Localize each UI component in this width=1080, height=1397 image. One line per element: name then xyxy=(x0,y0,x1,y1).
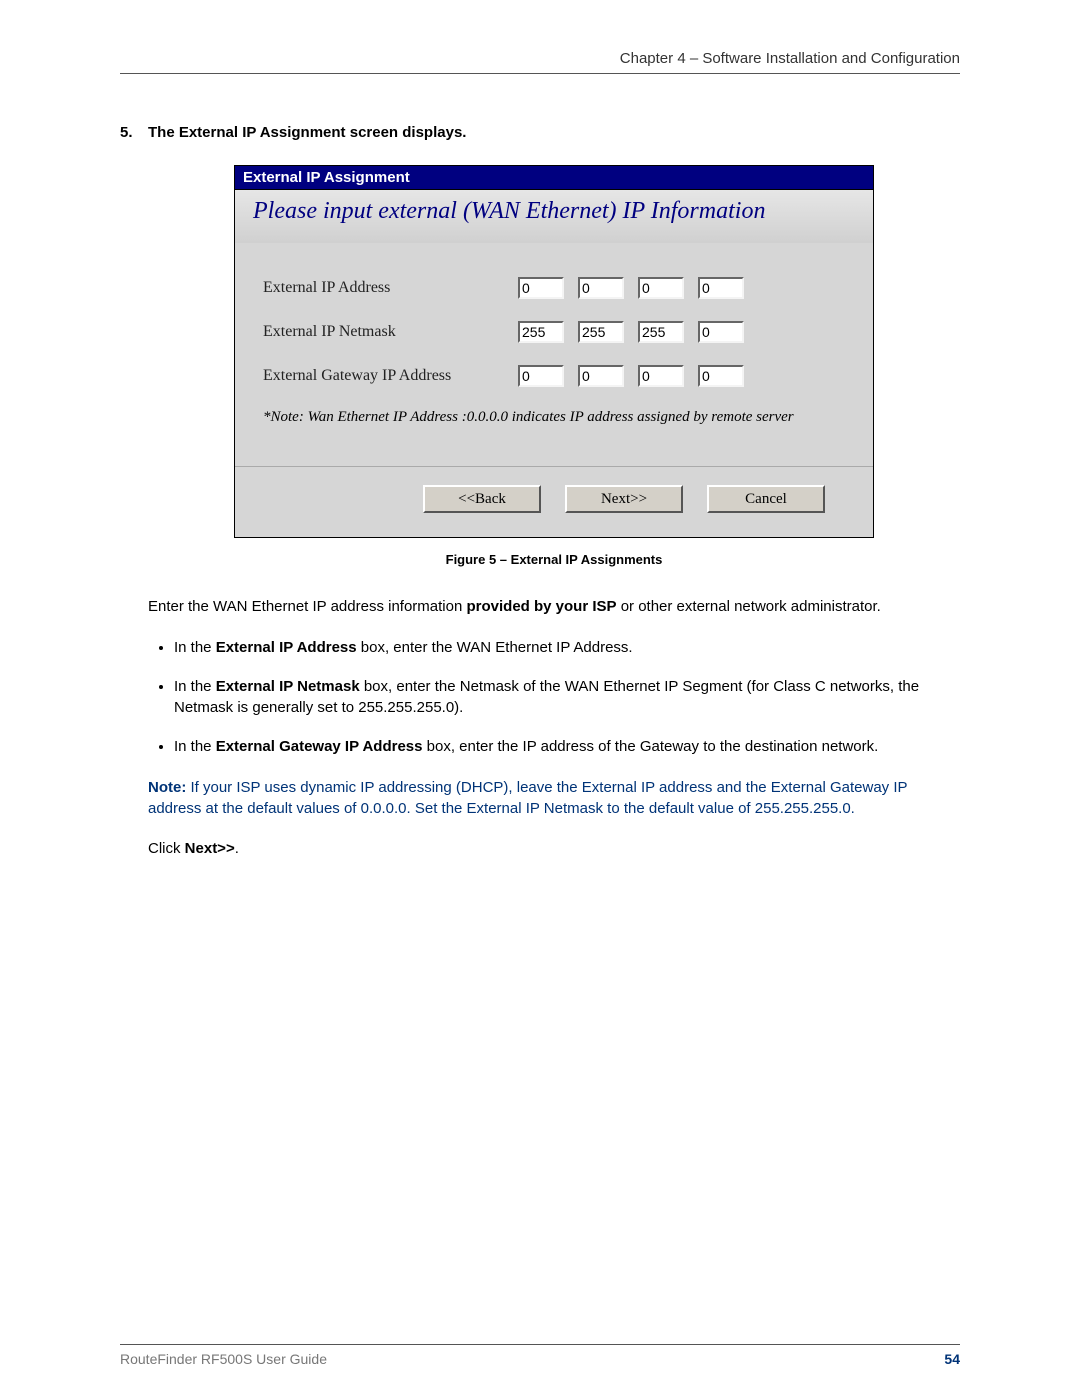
ext-gw-octet-1[interactable] xyxy=(518,365,564,387)
ext-netmask-octet-3[interactable] xyxy=(638,321,684,343)
header-rule xyxy=(120,73,960,74)
intro-post: or other external network administrator. xyxy=(617,598,881,615)
footer-title: RouteFinder RF500S User Guide xyxy=(120,1351,327,1367)
dialog-titlebar: External IP Assignment xyxy=(235,166,873,190)
ext-gw-octet-2[interactable] xyxy=(578,365,624,387)
b1-pre: In the xyxy=(174,639,216,656)
note-label: Note: xyxy=(148,779,186,796)
bullet-2: In the External IP Netmask box, enter th… xyxy=(174,676,960,718)
click-bold: Next>> xyxy=(185,840,235,857)
b3-pre: In the xyxy=(174,738,216,755)
bullet-3: In the External Gateway IP Address box, … xyxy=(174,736,960,757)
ext-gw-octet-4[interactable] xyxy=(698,365,744,387)
fields-external-gateway xyxy=(518,365,744,387)
ext-ip-octet-4[interactable] xyxy=(698,277,744,299)
cancel-button[interactable]: Cancel xyxy=(707,485,825,513)
note-text: If your ISP uses dynamic IP addressing (… xyxy=(148,779,907,817)
b2-pre: In the xyxy=(174,678,216,695)
footer-row: RouteFinder RF500S User Guide 54 xyxy=(120,1351,960,1367)
b1-bold: External IP Address xyxy=(216,639,357,656)
step-row: 5. The External IP Assignment screen dis… xyxy=(120,124,960,141)
external-ip-dialog: External IP Assignment Please input exte… xyxy=(234,165,874,538)
page: Chapter 4 – Software Installation and Co… xyxy=(0,0,1080,1397)
fields-external-ip-netmask xyxy=(518,321,744,343)
b2-bold: External IP Netmask xyxy=(216,678,360,695)
ext-gw-octet-3[interactable] xyxy=(638,365,684,387)
bullet-1: In the External IP Address box, enter th… xyxy=(174,637,960,658)
dialog-body: External IP Address External IP Netmask xyxy=(235,243,873,537)
step-number: 5. xyxy=(120,124,148,141)
dialog-banner: Please input external (WAN Ethernet) IP … xyxy=(235,190,873,243)
intro-pre: Enter the WAN Ethernet IP address inform… xyxy=(148,598,467,615)
dialog-banner-text: Please input external (WAN Ethernet) IP … xyxy=(253,198,855,225)
step-content: External IP Assignment Please input exte… xyxy=(148,165,960,860)
click-next-paragraph: Click Next>>. xyxy=(148,839,960,859)
chapter-header: Chapter 4 – Software Installation and Co… xyxy=(120,50,960,67)
page-footer: RouteFinder RF500S User Guide 54 xyxy=(120,1344,960,1367)
b1-post: box, enter the WAN Ethernet IP Address. xyxy=(357,639,633,656)
footer-page-number: 54 xyxy=(944,1351,960,1367)
label-external-ip-netmask: External IP Netmask xyxy=(263,323,518,341)
ext-netmask-octet-2[interactable] xyxy=(578,321,624,343)
row-external-gateway: External Gateway IP Address xyxy=(263,365,845,387)
ext-ip-octet-3[interactable] xyxy=(638,277,684,299)
fields-external-ip-address xyxy=(518,277,744,299)
next-button[interactable]: Next>> xyxy=(565,485,683,513)
dialog-divider xyxy=(235,466,873,467)
dialog-button-row: <<Back Next>> Cancel xyxy=(263,481,845,527)
bullet-list: In the External IP Address box, enter th… xyxy=(174,637,960,757)
ext-ip-octet-2[interactable] xyxy=(578,277,624,299)
click-post: . xyxy=(235,840,239,857)
row-external-ip-address: External IP Address xyxy=(263,277,845,299)
label-external-ip-address: External IP Address xyxy=(263,279,518,297)
label-external-gateway: External Gateway IP Address xyxy=(263,367,518,385)
step-title: The External IP Assignment screen displa… xyxy=(148,124,466,141)
intro-bold: provided by your ISP xyxy=(467,598,617,615)
b3-post: box, enter the IP address of the Gateway… xyxy=(422,738,878,755)
click-pre: Click xyxy=(148,840,185,857)
figure-caption: Figure 5 – External IP Assignments xyxy=(148,552,960,567)
ext-netmask-octet-4[interactable] xyxy=(698,321,744,343)
dialog-note: *Note: Wan Ethernet IP Address :0.0.0.0 … xyxy=(263,409,845,426)
intro-paragraph: Enter the WAN Ethernet IP address inform… xyxy=(148,597,960,617)
note-paragraph: Note: If your ISP uses dynamic IP addres… xyxy=(148,777,960,819)
b3-bold: External Gateway IP Address xyxy=(216,738,423,755)
footer-rule xyxy=(120,1344,960,1345)
ext-netmask-octet-1[interactable] xyxy=(518,321,564,343)
row-external-ip-netmask: External IP Netmask xyxy=(263,321,845,343)
back-button[interactable]: <<Back xyxy=(423,485,541,513)
ext-ip-octet-1[interactable] xyxy=(518,277,564,299)
